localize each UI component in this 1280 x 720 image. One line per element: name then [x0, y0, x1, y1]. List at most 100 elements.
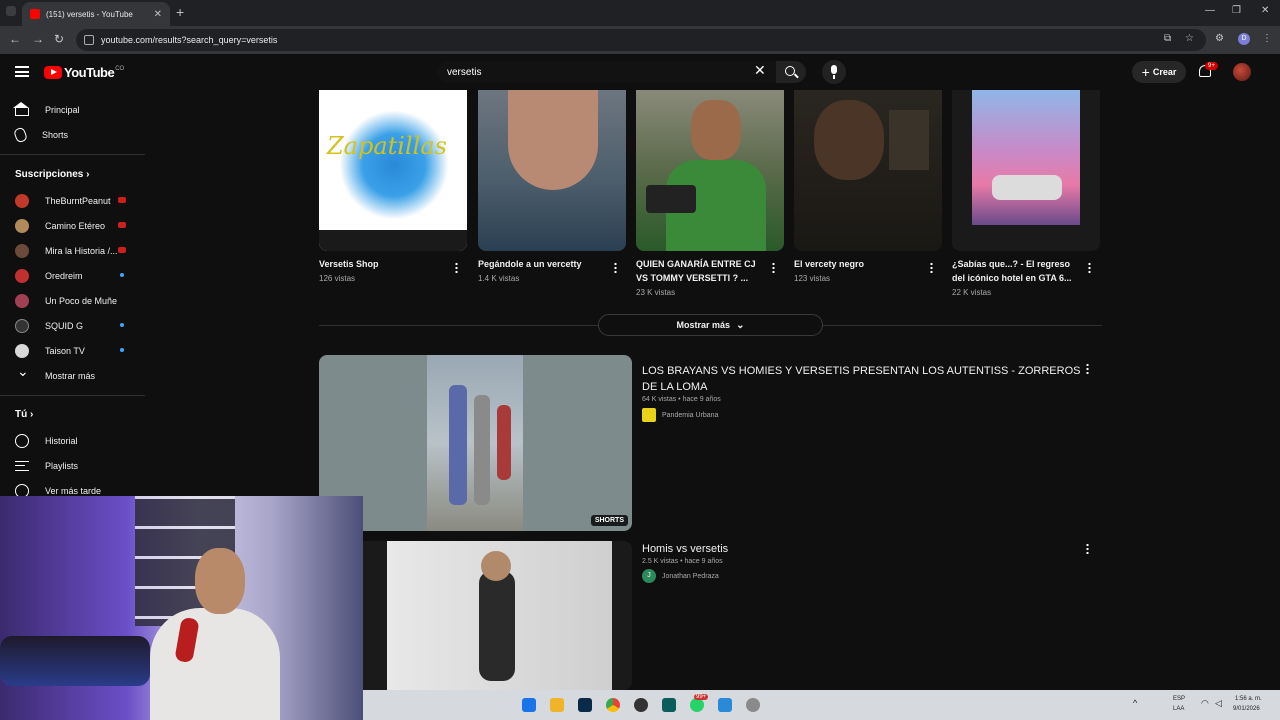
tray-chevron-icon[interactable]: ^: [1133, 698, 1137, 708]
sidebar-subscription[interactable]: Camino Etéreo: [0, 213, 145, 238]
browser-menu-icon[interactable]: ⋮: [1262, 33, 1272, 44]
minimize-icon[interactable]: —: [1205, 5, 1215, 16]
maximize-icon[interactable]: ❐: [1232, 5, 1241, 16]
keyboard-language[interactable]: ESP: [1173, 696, 1185, 702]
sidebar-item-shorts[interactable]: Shorts: [0, 122, 145, 147]
wifi-icon[interactable]: ◠: [1201, 698, 1209, 709]
sidebar-subscription[interactable]: Mira la Historia /...: [0, 238, 145, 263]
sidebar-item-playlists[interactable]: Playlists: [0, 453, 145, 478]
sidebar-item-label: Shorts: [42, 129, 69, 140]
youtube-header: YouTube CO versetis ✕ + Crear 9+: [0, 54, 1280, 90]
photoshop-icon[interactable]: [578, 698, 592, 712]
short-thumbnail[interactable]: Zapatillas: [319, 90, 467, 251]
show-more-button[interactable]: Mostrar más ⌄: [598, 314, 823, 336]
chrome-icon[interactable]: [606, 698, 620, 712]
video-meta: 2.5 K vistas • hace 9 años: [642, 558, 723, 565]
search-input[interactable]: versetis: [437, 61, 776, 83]
address-bar: ← → ↻ youtube.com/results?search_query=v…: [0, 26, 1280, 54]
browser-profile-avatar[interactable]: D: [1238, 33, 1250, 45]
volume-icon[interactable]: ◁: [1215, 698, 1222, 709]
car-shape: [992, 175, 1062, 200]
start-menu-icon[interactable]: [522, 698, 536, 712]
show-more-subscriptions[interactable]: Mostrar más: [0, 363, 145, 388]
subscriptions-heading[interactable]: Suscripciones ›: [15, 169, 89, 180]
short-thumbnail[interactable]: [478, 90, 626, 251]
sidebar-item-label: Playlists: [45, 460, 79, 471]
sidebar-subscription[interactable]: Oredreim: [0, 263, 145, 288]
url-field[interactable]: youtube.com/results?search_query=verseti…: [76, 29, 1206, 51]
sidebar-subscription[interactable]: Un Poco de Muñe: [0, 288, 145, 313]
more-actions-icon[interactable]: [772, 262, 775, 273]
search-button[interactable]: [776, 61, 806, 83]
app-icon[interactable]: [746, 698, 760, 712]
forward-icon[interactable]: →: [32, 32, 44, 46]
install-app-icon[interactable]: ⧉: [1164, 33, 1171, 44]
short-card[interactable]: Zapatillas Versetis Shop 126 vistas: [319, 90, 467, 283]
bookmark-star-icon[interactable]: ☆: [1185, 33, 1194, 44]
short-thumbnail[interactable]: [794, 90, 942, 251]
person-figure: [479, 571, 515, 681]
clock-time[interactable]: 1:56 a. m.: [1235, 696, 1262, 702]
short-card[interactable]: Pegándole a un vercetty 1.4 K vistas: [478, 90, 626, 283]
more-actions-icon[interactable]: [614, 262, 617, 273]
short-title[interactable]: Pegándole a un vercetty: [478, 257, 606, 271]
tab-search-icon[interactable]: [6, 6, 16, 16]
subscription-label: Oredreim: [45, 270, 83, 281]
app-icon[interactable]: [662, 698, 676, 712]
video-result[interactable]: SHORTS LOS BRAYANS VS HOMIES Y VERSETIS …: [319, 355, 1102, 531]
sidebar-subscription[interactable]: TheBurntPeanut: [0, 188, 145, 213]
short-title[interactable]: QUIEN GANARÍA ENTRE CJ VS TOMMY VERSETTI…: [636, 257, 764, 285]
short-card[interactable]: QUIEN GANARÍA ENTRE CJ VS TOMMY VERSETTI…: [636, 90, 784, 297]
short-views: 23 K vistas: [636, 288, 676, 297]
clear-search-icon[interactable]: ✕: [754, 62, 766, 79]
more-actions-icon[interactable]: [1086, 363, 1089, 374]
menu-icon[interactable]: [15, 66, 29, 77]
chevron-right-icon: ›: [30, 409, 34, 420]
back-icon[interactable]: ←: [9, 32, 21, 46]
short-card[interactable]: ¿Sabías que...? - El regreso del icónico…: [952, 90, 1100, 297]
more-actions-icon[interactable]: [455, 262, 458, 273]
short-title[interactable]: Versetis Shop: [319, 257, 447, 271]
more-actions-icon[interactable]: [1088, 262, 1091, 273]
site-info-icon[interactable]: [84, 35, 94, 45]
channel-link[interactable]: J Jonathan Pedraza: [642, 569, 719, 583]
voice-search-button[interactable]: [822, 60, 846, 84]
whatsapp-icon[interactable]: [690, 698, 704, 712]
new-tab-icon[interactable]: +: [176, 4, 184, 20]
short-thumbnail[interactable]: [636, 90, 784, 251]
video-thumbnail[interactable]: [319, 541, 632, 690]
sidebar-subscription[interactable]: Taison TV: [0, 338, 145, 363]
account-avatar[interactable]: [1233, 63, 1251, 81]
reload-icon[interactable]: ↻: [54, 32, 64, 46]
you-heading[interactable]: Tú ›: [15, 409, 33, 420]
file-explorer-icon[interactable]: [550, 698, 564, 712]
channel-avatar: [15, 268, 29, 283]
close-window-icon[interactable]: ✕: [1261, 5, 1269, 16]
short-title[interactable]: El vercety negro: [794, 257, 922, 271]
sidebar-item-historial[interactable]: Historial: [0, 428, 145, 453]
channel-avatar: [15, 293, 29, 308]
video-title[interactable]: LOS BRAYANS VS HOMIES Y VERSETIS PRESENT…: [642, 363, 1082, 395]
youtube-logo[interactable]: YouTube CO: [44, 65, 124, 80]
obs-icon[interactable]: [634, 698, 648, 712]
app-icon[interactable]: [718, 698, 732, 712]
video-title[interactable]: Homis vs versetis: [642, 541, 1082, 557]
short-card[interactable]: El vercety negro 123 vistas: [794, 90, 942, 283]
short-title[interactable]: ¿Sabías que...? - El regreso del icónico…: [952, 257, 1080, 285]
sidebar-subscription[interactable]: SQUID G: [0, 313, 145, 338]
channel-link[interactable]: Pandemia Urbana: [642, 408, 718, 422]
video-meta: 64 K vistas • hace 9 años: [642, 396, 721, 403]
video-thumbnail[interactable]: SHORTS: [319, 355, 632, 531]
more-actions-icon[interactable]: [1086, 543, 1089, 554]
building-window: [889, 110, 929, 170]
more-actions-icon[interactable]: [930, 262, 933, 273]
browser-tab[interactable]: (151) versetis - YouTube ✕: [22, 2, 170, 26]
person-head: [481, 551, 511, 581]
video-result[interactable]: Homis vs versetis 2.5 K vistas • hace 9 …: [319, 541, 1102, 690]
close-tab-icon[interactable]: ✕: [154, 9, 162, 20]
sidebar-item-principal[interactable]: Principal: [0, 97, 145, 122]
create-button[interactable]: + Crear: [1132, 61, 1186, 83]
keyboard-layout: LAA: [1173, 706, 1185, 712]
extensions-icon[interactable]: ⚙: [1215, 33, 1224, 44]
short-thumbnail[interactable]: [952, 90, 1100, 251]
